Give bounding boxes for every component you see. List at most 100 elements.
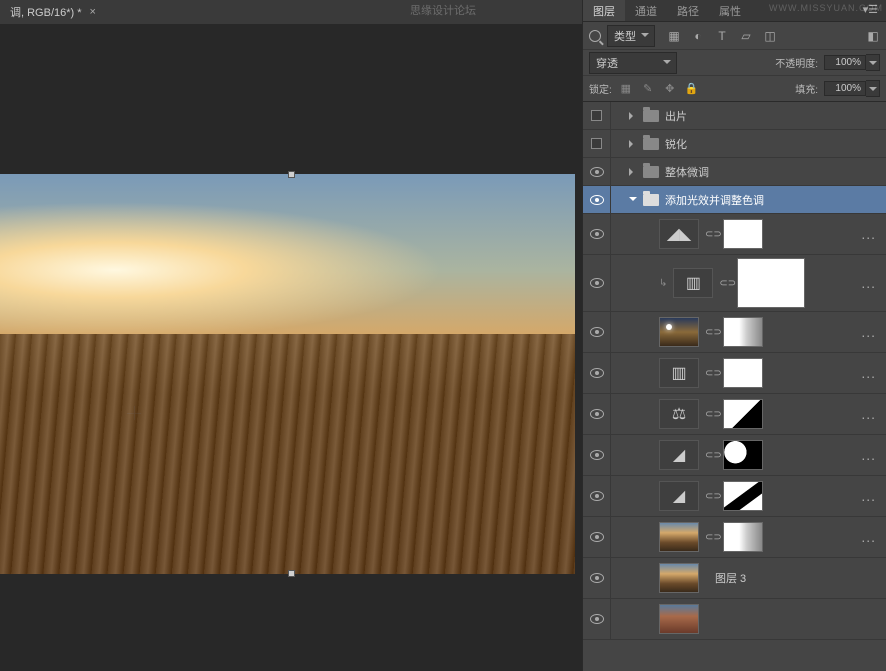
image-layer-row[interactable]: ⊂⊃ ... <box>583 517 886 558</box>
canvas-image[interactable] <box>0 174 575 574</box>
link-icon[interactable]: ⊂⊃ <box>705 327 717 338</box>
layer-mask-thumb[interactable] <box>723 358 763 388</box>
visibility-col[interactable] <box>583 130 611 157</box>
filter-switch-icon[interactable]: ◧ <box>866 29 880 43</box>
layer-mask-thumb[interactable] <box>723 317 763 347</box>
fill-input[interactable]: 100% <box>824 81 866 96</box>
eye-icon[interactable] <box>590 167 604 177</box>
image-layer-row[interactable] <box>583 599 886 640</box>
layers-list[interactable]: 出片 锐化 整体微调 <box>583 102 886 671</box>
layer-options-icon[interactable]: ... <box>861 447 876 463</box>
eye-icon[interactable] <box>590 491 604 501</box>
opacity-input[interactable]: 100% <box>824 55 866 70</box>
eye-icon[interactable] <box>590 327 604 337</box>
layer-options-icon[interactable]: ... <box>861 406 876 422</box>
layer-mask-thumb[interactable] <box>723 219 763 249</box>
layer-options-icon[interactable]: ... <box>861 529 876 545</box>
eye-icon[interactable] <box>590 573 604 583</box>
visibility-col[interactable] <box>583 186 611 213</box>
link-icon[interactable]: ⊂⊃ <box>705 368 717 379</box>
image-layer-row[interactable]: ⊂⊃ ... <box>583 312 886 353</box>
layer-group-row[interactable]: 添加光效并调整色调 <box>583 186 886 214</box>
eye-icon[interactable] <box>590 368 604 378</box>
lock-all-icon[interactable]: 🔒 <box>684 81 700 97</box>
disclosure-icon[interactable] <box>629 112 637 120</box>
eye-icon[interactable] <box>590 409 604 419</box>
layer-options-icon[interactable]: ... <box>861 275 876 291</box>
link-icon[interactable]: ⊂⊃ <box>705 409 717 420</box>
layer-thumb[interactable] <box>659 522 699 552</box>
filter-image-icon[interactable]: ▦ <box>667 29 681 43</box>
link-icon[interactable]: ⊂⊃ <box>705 491 717 502</box>
visibility-col[interactable] <box>583 558 611 598</box>
visibility-checkbox[interactable] <box>591 138 602 149</box>
lock-brush-icon[interactable]: ✎ <box>640 81 656 97</box>
layer-mask-thumb[interactable] <box>723 522 763 552</box>
document-tab[interactable]: 调, RGB/16*) * × <box>10 4 96 20</box>
adjustment-layer-row[interactable]: ▥ ⊂⊃ ... <box>583 353 886 394</box>
filter-text-icon[interactable]: T <box>715 29 729 43</box>
lock-move-icon[interactable]: ✥ <box>662 81 678 97</box>
disclosure-icon[interactable] <box>629 140 637 148</box>
layer-options-icon[interactable]: ... <box>861 226 876 242</box>
visibility-col[interactable] <box>583 102 611 129</box>
visibility-col[interactable] <box>583 214 611 254</box>
layer-group-row[interactable]: 锐化 <box>583 130 886 158</box>
visibility-col[interactable] <box>583 312 611 352</box>
visibility-col[interactable] <box>583 158 611 185</box>
filter-smart-icon[interactable]: ◫ <box>763 29 777 43</box>
adjustment-layer-row[interactable]: ↳ ▥ ⊂⊃ ... <box>583 255 886 312</box>
disclosure-icon[interactable] <box>629 168 637 176</box>
layer-thumb[interactable] <box>659 563 699 593</box>
filter-shape-icon[interactable]: ▱ <box>739 29 753 43</box>
tab-layers[interactable]: 图层 <box>583 0 625 21</box>
lock-pixels-icon[interactable]: ▦ <box>618 81 634 97</box>
layer-group-row[interactable]: 整体微调 <box>583 158 886 186</box>
transform-anchor-icon[interactable] <box>127 406 141 420</box>
tab-channels[interactable]: 通道 <box>625 0 667 21</box>
search-icon[interactable] <box>589 30 601 42</box>
layer-thumb[interactable] <box>659 317 699 347</box>
layer-mask-thumb[interactable] <box>723 481 763 511</box>
visibility-col[interactable] <box>583 255 611 311</box>
adjustment-layer-row[interactable]: ⚖ ⊂⊃ ... <box>583 394 886 435</box>
adjustment-layer-row[interactable]: ◢ ⊂⊃ ... <box>583 435 886 476</box>
eye-icon[interactable] <box>590 450 604 460</box>
link-icon[interactable]: ⊂⊃ <box>719 278 731 289</box>
eye-icon[interactable] <box>590 278 604 288</box>
image-layer-row[interactable]: 图层 3 <box>583 558 886 599</box>
visibility-col[interactable] <box>583 599 611 639</box>
layer-name[interactable]: 整体微调 <box>665 164 709 180</box>
filter-adjust-icon[interactable]: ◐ <box>691 29 705 43</box>
chevron-down-icon[interactable] <box>866 80 880 97</box>
tab-properties[interactable]: 属性 <box>709 0 751 21</box>
layer-mask-thumb[interactable] <box>737 258 805 308</box>
link-icon[interactable]: ⊂⊃ <box>705 532 717 543</box>
eye-icon[interactable] <box>590 532 604 542</box>
visibility-col[interactable] <box>583 476 611 516</box>
visibility-col[interactable] <box>583 435 611 475</box>
visibility-col[interactable] <box>583 394 611 434</box>
layer-mask-thumb[interactable] <box>723 440 763 470</box>
eye-icon[interactable] <box>590 229 604 239</box>
link-icon[interactable]: ⊂⊃ <box>705 450 717 461</box>
layer-options-icon[interactable]: ... <box>861 365 876 381</box>
eye-icon[interactable] <box>590 614 604 624</box>
tab-paths[interactable]: 路径 <box>667 0 709 21</box>
close-icon[interactable]: × <box>90 6 96 18</box>
disclosure-icon[interactable] <box>629 197 637 205</box>
layer-options-icon[interactable]: ... <box>861 488 876 504</box>
layer-group-row[interactable]: 出片 <box>583 102 886 130</box>
layer-name[interactable]: 锐化 <box>665 136 687 152</box>
layer-thumb[interactable] <box>659 604 699 634</box>
layer-name[interactable]: 添加光效并调整色调 <box>665 192 764 208</box>
blend-mode-dropdown[interactable]: 穿透 <box>589 52 677 74</box>
layer-name[interactable]: 出片 <box>665 108 687 124</box>
visibility-col[interactable] <box>583 517 611 557</box>
filter-type-dropdown[interactable]: 类型 <box>607 25 655 47</box>
layer-options-icon[interactable]: ... <box>861 324 876 340</box>
eye-icon[interactable] <box>590 195 604 205</box>
visibility-checkbox[interactable] <box>591 110 602 121</box>
chevron-down-icon[interactable] <box>866 54 880 71</box>
adjustment-layer-row[interactable]: ◢ ⊂⊃ ... <box>583 476 886 517</box>
